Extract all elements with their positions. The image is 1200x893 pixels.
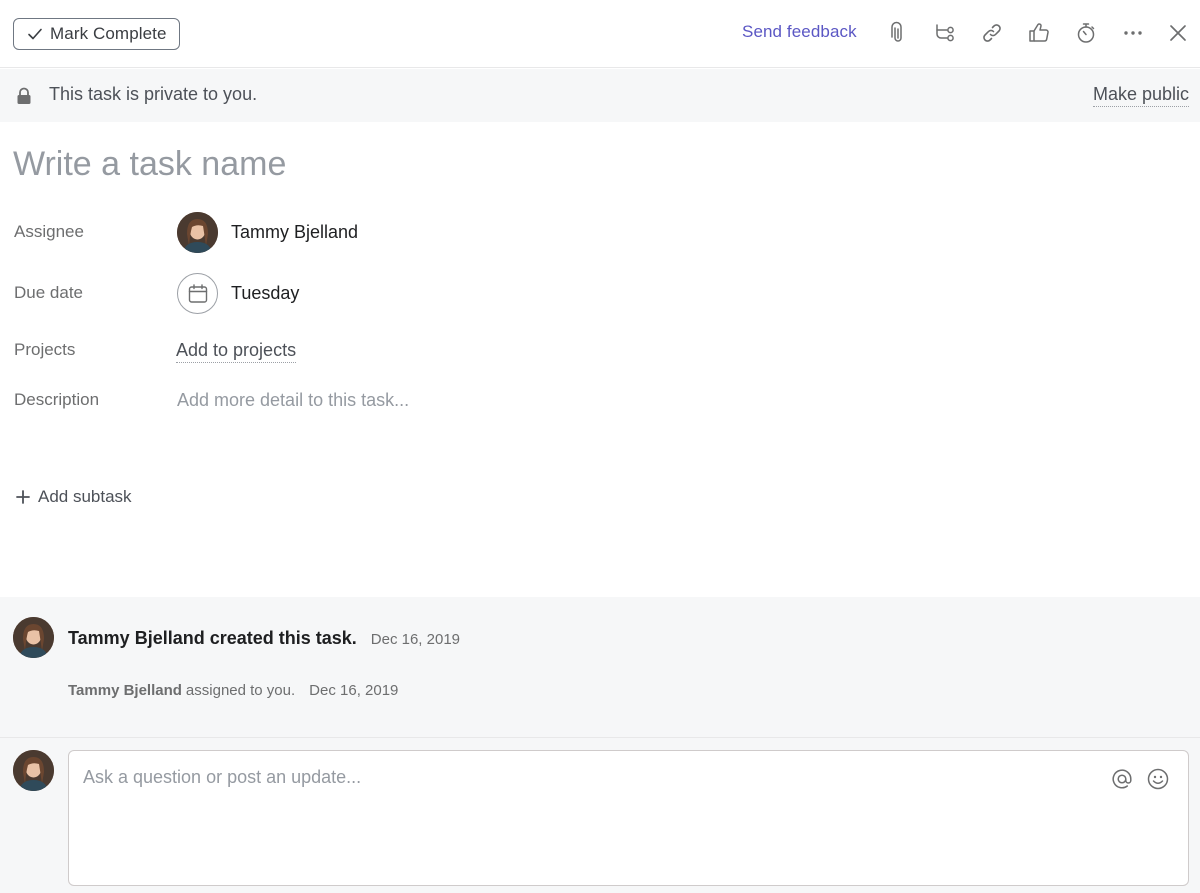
send-feedback-link[interactable]: Send feedback	[742, 22, 857, 42]
thumbs-up-icon[interactable]	[1026, 20, 1052, 46]
task-toolbar: Mark Complete Send feedback	[0, 0, 1200, 68]
lock-icon	[15, 86, 33, 106]
subtask-icon[interactable]	[932, 20, 958, 46]
make-public-link[interactable]: Make public	[1092, 84, 1189, 107]
activity-created-story: Tammy Bjelland created this task. Dec 16…	[68, 628, 460, 649]
activity-assigned-story: Tammy Bjelland assigned to you. Dec 16, …	[68, 682, 398, 699]
description-label: Description	[14, 390, 100, 409]
created-timestamp: Dec 16, 2019	[370, 631, 461, 648]
mark-complete-button[interactable]: Mark Complete	[13, 18, 180, 50]
close-icon[interactable]	[1165, 20, 1191, 46]
checkmark-icon	[26, 25, 44, 43]
add-subtask-label: Add subtask	[38, 487, 132, 506]
assigner-name[interactable]: Tammy Bjelland	[68, 682, 182, 699]
creator-avatar[interactable]	[13, 617, 54, 658]
calendar-icon[interactable]	[177, 273, 218, 314]
privacy-message: This task is private to you.	[49, 84, 258, 104]
assignee-label: Assignee	[14, 222, 84, 241]
assignee-avatar[interactable]	[177, 212, 218, 253]
link-icon[interactable]	[979, 20, 1005, 46]
projects-label: Projects	[14, 340, 76, 359]
created-text: Tammy Bjelland created this task.	[68, 628, 357, 648]
activity-feed	[0, 597, 1200, 738]
emoji-icon[interactable]	[1146, 767, 1170, 791]
paperclip-icon[interactable]	[885, 20, 911, 46]
mark-complete-label: Mark Complete	[50, 24, 167, 43]
mention-icon[interactable]	[1110, 767, 1134, 791]
comment-input[interactable]	[83, 767, 1083, 788]
due-date-label: Due date	[14, 283, 83, 302]
task-name-input[interactable]	[13, 142, 1183, 186]
description-field[interactable]: Add more detail to this task...	[177, 390, 409, 411]
comment-box[interactable]	[68, 750, 1189, 886]
add-to-projects-link[interactable]: Add to projects	[176, 340, 297, 363]
add-subtask-button[interactable]: Add subtask	[15, 487, 132, 507]
due-date-value[interactable]: Tuesday	[231, 283, 299, 304]
current-user-avatar	[13, 750, 54, 791]
more-icon[interactable]	[1120, 20, 1146, 46]
stopwatch-icon[interactable]	[1073, 20, 1099, 46]
assigned-text: assigned to you.	[185, 682, 296, 699]
plus-icon	[15, 489, 31, 505]
assignee-name[interactable]: Tammy Bjelland	[231, 222, 358, 243]
assigned-timestamp: Dec 16, 2019	[309, 682, 399, 699]
